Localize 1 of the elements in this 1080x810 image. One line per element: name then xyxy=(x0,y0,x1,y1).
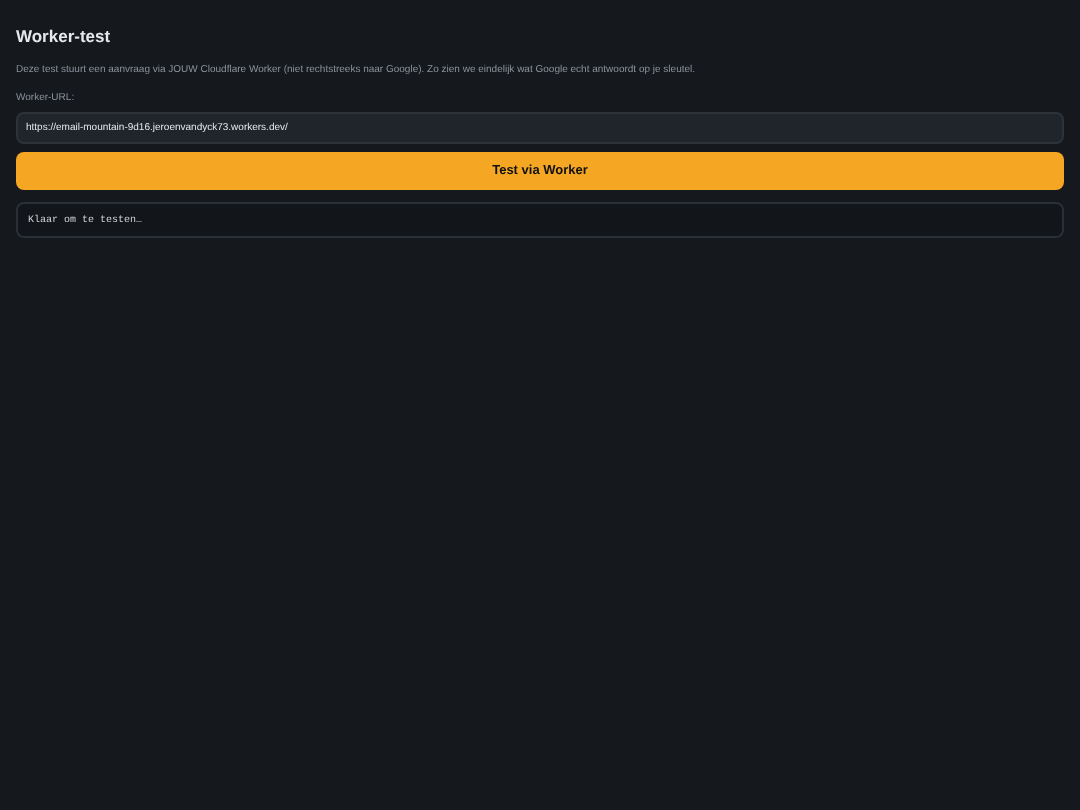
page-title: Worker-test xyxy=(16,26,113,46)
